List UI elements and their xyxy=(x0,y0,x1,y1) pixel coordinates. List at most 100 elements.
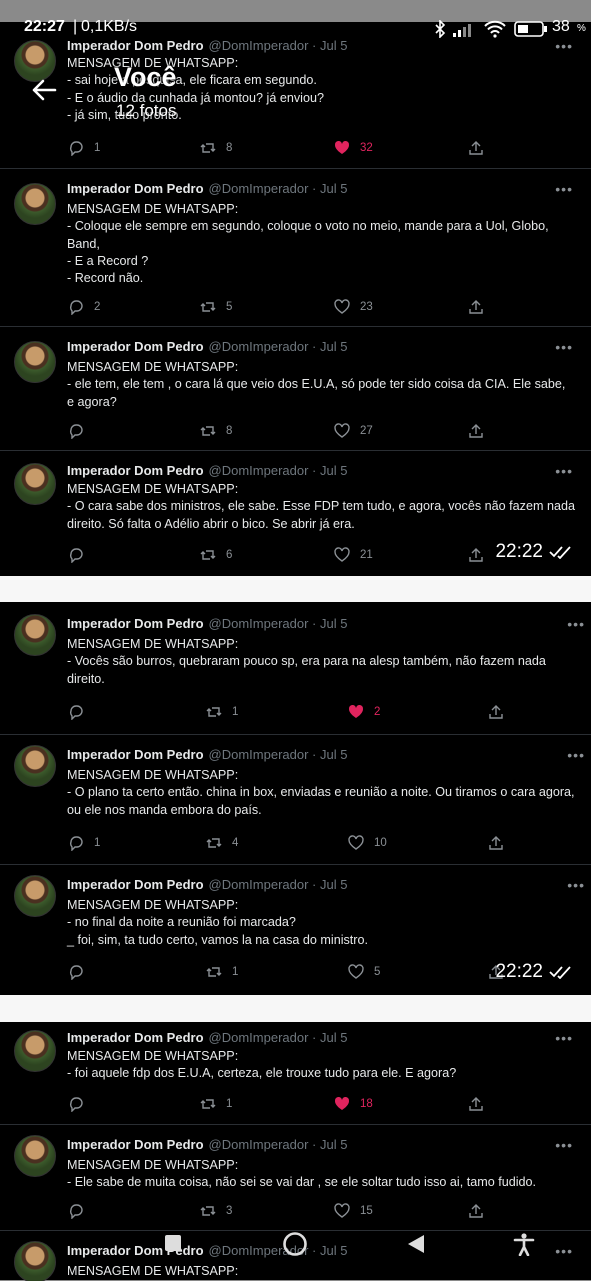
reply-button[interactable] xyxy=(68,964,94,980)
like-button[interactable]: 15 xyxy=(334,1203,373,1219)
tweet-date[interactable]: Jul 5 xyxy=(320,616,347,631)
like-button[interactable]: 5 xyxy=(348,964,380,980)
share-button[interactable] xyxy=(488,835,504,851)
reply-button[interactable] xyxy=(68,1203,94,1219)
avatar[interactable] xyxy=(14,745,56,787)
retweet-button[interactable]: 1 xyxy=(200,1096,232,1112)
retweet-button[interactable]: 1 xyxy=(206,964,238,980)
avatar[interactable] xyxy=(14,463,56,505)
like-button[interactable]: 23 xyxy=(334,299,373,315)
share-button[interactable] xyxy=(468,1203,484,1219)
more-options-icon[interactable]: ••• xyxy=(555,339,573,355)
retweet-count: 6 xyxy=(226,549,233,561)
avatar[interactable] xyxy=(14,1135,56,1177)
author-name[interactable]: Imperador Dom Pedro xyxy=(67,463,204,478)
tweet-date[interactable]: Jul 5 xyxy=(320,1137,347,1152)
tweet[interactable]: Imperador Dom Pedro @DomImperador · Jul 5… xyxy=(0,1022,591,1124)
more-options-icon[interactable]: ••• xyxy=(567,616,585,632)
reply-button[interactable]: 1 xyxy=(68,835,100,851)
reply-button[interactable] xyxy=(68,423,94,439)
avatar[interactable] xyxy=(14,183,56,225)
more-options-icon[interactable]: ••• xyxy=(555,181,573,197)
like-button[interactable]: 32 xyxy=(334,140,373,156)
tweet-date[interactable]: Jul 5 xyxy=(320,181,347,196)
avatar[interactable] xyxy=(14,341,56,383)
author-handle[interactable]: @DomImperador xyxy=(209,616,309,631)
tweet-date[interactable]: Jul 5 xyxy=(320,38,347,53)
avatar[interactable] xyxy=(14,875,56,917)
tweet-actions: 1 18 xyxy=(0,1096,591,1114)
like-button[interactable]: 2 xyxy=(348,704,380,720)
tweet-text: MENSAGEM DE WHATSAPP: - no final da noite… xyxy=(67,897,575,949)
reply-button[interactable] xyxy=(68,704,94,720)
avatar[interactable] xyxy=(14,1030,56,1072)
share-button[interactable] xyxy=(468,299,484,315)
retweet-button[interactable]: 6 xyxy=(200,547,232,563)
more-options-icon[interactable]: ••• xyxy=(555,1030,573,1046)
retweet-button[interactable]: 3 xyxy=(200,1203,232,1219)
more-options-icon[interactable]: ••• xyxy=(555,1137,573,1153)
author-handle[interactable]: @DomImperador xyxy=(209,1137,309,1152)
tweet[interactable]: Imperador Dom Pedro @DomImperador · Jul 5… xyxy=(0,734,591,865)
back-arrow-icon[interactable] xyxy=(30,76,58,104)
author-handle[interactable]: @DomImperador xyxy=(209,181,309,196)
retweet-button[interactable]: 8 xyxy=(200,423,232,439)
share-button[interactable] xyxy=(468,140,484,156)
tweet-date[interactable]: Jul 5 xyxy=(320,339,347,354)
tweet-date[interactable]: Jul 5 xyxy=(320,747,347,762)
retweet-button[interactable]: 4 xyxy=(206,835,238,851)
share-button[interactable] xyxy=(468,1096,484,1112)
more-options-icon[interactable]: ••• xyxy=(567,747,585,763)
author-handle[interactable]: @DomImperador xyxy=(209,1030,309,1045)
tweet[interactable]: Imperador Dom Pedro @DomImperador · Jul 5… xyxy=(0,602,591,734)
accessibility-icon[interactable] xyxy=(512,1232,536,1256)
retweet-button[interactable]: 1 xyxy=(206,704,238,720)
tweet-header: Imperador Dom Pedro @DomImperador · Jul 5 xyxy=(67,463,347,478)
author-name[interactable]: Imperador Dom Pedro xyxy=(67,181,204,196)
share-button[interactable] xyxy=(488,704,504,720)
author-name[interactable]: Imperador Dom Pedro xyxy=(67,747,204,762)
tweet[interactable]: Imperador Dom Pedro @DomImperador · Jul 5… xyxy=(0,1124,591,1231)
retweet-button[interactable]: 8 xyxy=(200,140,232,156)
tweet-date[interactable]: Jul 5 xyxy=(320,877,347,892)
author-name[interactable]: Imperador Dom Pedro xyxy=(67,1030,204,1045)
like-button[interactable]: 21 xyxy=(334,547,373,563)
nav-square-icon[interactable] xyxy=(164,1234,182,1252)
heart-icon xyxy=(348,835,364,850)
nav-back-icon[interactable] xyxy=(406,1234,426,1254)
tweet[interactable]: Imperador Dom Pedro @DomImperador · Jul 5… xyxy=(0,326,591,451)
tweet-date[interactable]: Jul 5 xyxy=(320,463,347,478)
more-options-icon[interactable]: ••• xyxy=(555,463,573,479)
retweet-button[interactable]: 5 xyxy=(200,299,232,315)
author-name[interactable]: Imperador Dom Pedro xyxy=(67,616,204,631)
author-name[interactable]: Imperador Dom Pedro xyxy=(67,339,204,354)
tweet-header: Imperador Dom Pedro @DomImperador · Jul 5 xyxy=(67,1030,347,1045)
reply-button[interactable]: 1 xyxy=(68,140,100,156)
author-name[interactable]: Imperador Dom Pedro xyxy=(67,38,204,53)
like-button[interactable]: 18 xyxy=(334,1096,373,1112)
tweet-line: - Ele sabe de muita coisa, não sei se va… xyxy=(67,1175,537,1190)
avatar[interactable] xyxy=(14,614,56,656)
author-handle[interactable]: @DomImperador xyxy=(209,463,309,478)
gallery-title: Você xyxy=(114,62,177,92)
share-button[interactable] xyxy=(468,423,484,439)
reply-button[interactable] xyxy=(68,1096,94,1112)
share-button[interactable] xyxy=(468,547,484,563)
reply-button[interactable] xyxy=(68,547,94,563)
tweet-text: MENSAGEM DE WHATSAPP: - O plano ta certo … xyxy=(67,767,575,819)
author-handle[interactable]: @DomImperador xyxy=(209,339,309,354)
author-handle[interactable]: @DomImperador xyxy=(209,747,309,762)
more-options-icon[interactable]: ••• xyxy=(555,38,573,54)
author-handle[interactable]: @DomImperador xyxy=(209,38,309,53)
dot-separator: · xyxy=(308,616,320,631)
reply-button[interactable]: 2 xyxy=(68,299,100,315)
more-options-icon[interactable]: ••• xyxy=(567,877,585,893)
nav-circle-icon[interactable] xyxy=(282,1231,308,1257)
tweet-date[interactable]: Jul 5 xyxy=(320,1030,347,1045)
tweet[interactable]: Imperador Dom Pedro @DomImperador · Jul 5… xyxy=(0,168,591,327)
author-handle[interactable]: @DomImperador xyxy=(209,877,309,892)
author-name[interactable]: Imperador Dom Pedro xyxy=(67,1137,204,1152)
like-button[interactable]: 27 xyxy=(334,423,373,439)
author-name[interactable]: Imperador Dom Pedro xyxy=(67,877,204,892)
like-button[interactable]: 10 xyxy=(348,835,387,851)
